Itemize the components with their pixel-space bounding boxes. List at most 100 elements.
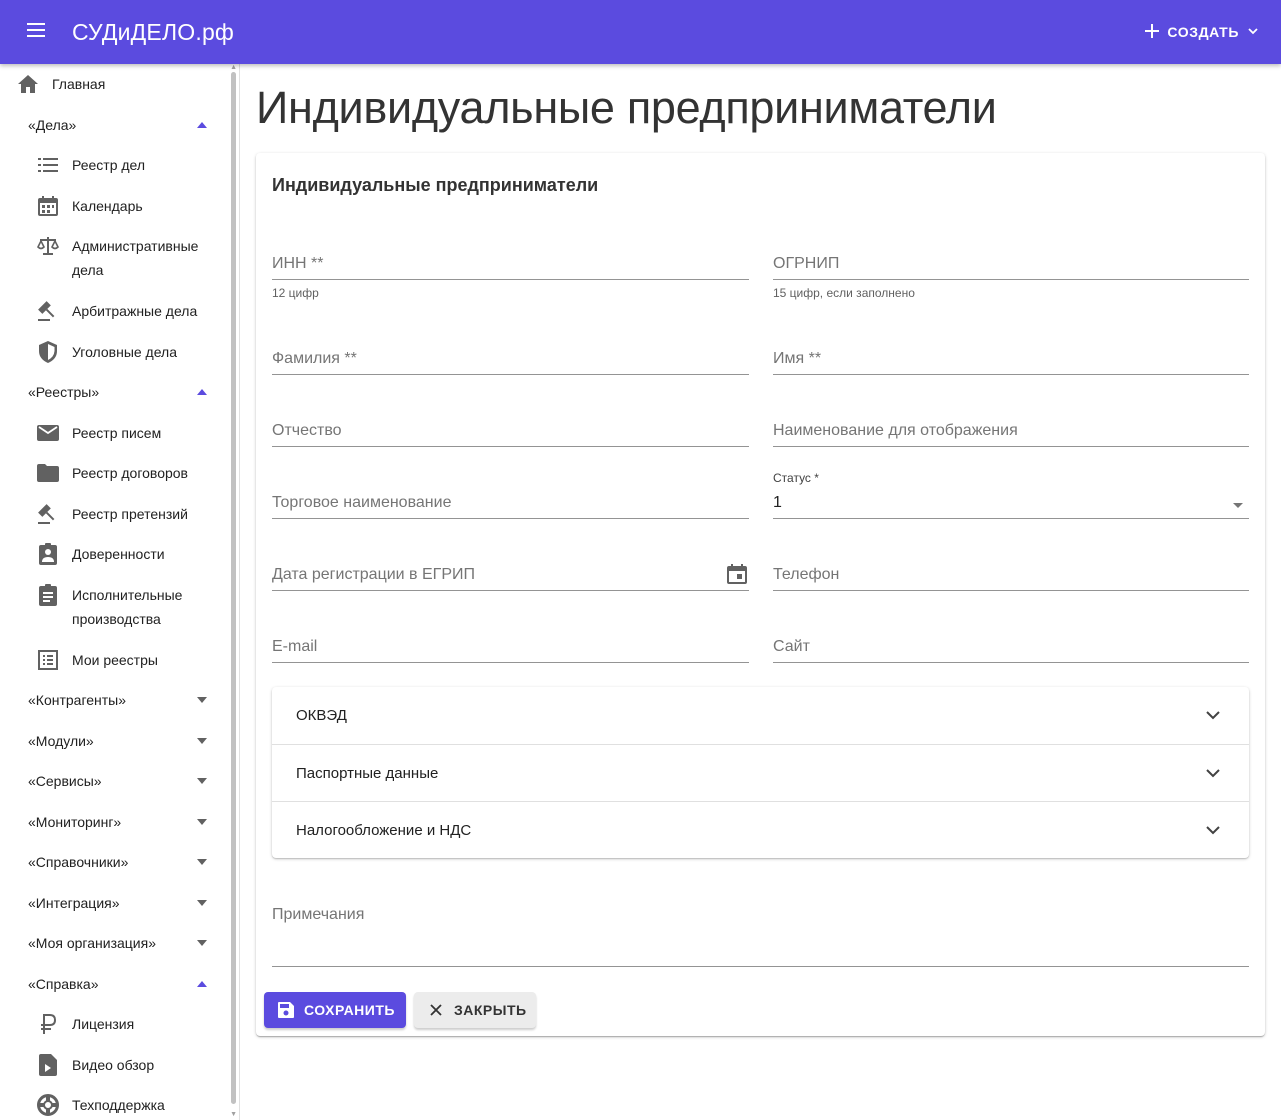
name-field[interactable]: Имя **: [773, 345, 1249, 375]
scroll-up-arrow-icon[interactable]: ▲: [230, 64, 237, 71]
sidebar-group-label: «Дела»: [28, 117, 77, 133]
home-icon: [16, 72, 40, 96]
list-alt-icon: [36, 648, 60, 672]
dropdown-arrow-icon: [1233, 503, 1243, 508]
app-title[interactable]: СУДиДЕЛО.рф: [72, 19, 234, 46]
inn-label: ИНН **: [272, 255, 324, 272]
app-bar: СУДиДЕЛО.рф СОЗДАТЬ: [0, 0, 1281, 64]
accordion-taxation[interactable]: Налогообложение и НДС: [272, 801, 1249, 858]
sidebar-group-counterparties[interactable]: «Контрагенты»: [0, 680, 226, 720]
status-select[interactable]: Статус * 1: [773, 471, 1249, 519]
sidebar-group-help[interactable]: «Справка»: [0, 964, 226, 1004]
phone-field[interactable]: Телефон: [773, 561, 1249, 591]
menu-button[interactable]: [0, 0, 72, 64]
sidebar-group-label: «Мониторинг»: [28, 814, 122, 830]
status-value: 1: [773, 494, 782, 511]
registration-date-field[interactable]: Дата регистрации в ЕГРИП: [272, 561, 749, 591]
sidebar-item-poa[interactable]: Доверенности: [0, 542, 226, 566]
sidebar-item-home[interactable]: Главная: [0, 72, 226, 96]
registration-date-label: Дата регистрации в ЕГРИП: [272, 566, 476, 583]
sidebar-item-label-line2: дела: [72, 262, 104, 278]
accordion-label: ОКВЭД: [296, 707, 347, 724]
sidebar-group-my-organization[interactable]: «Моя организация»: [0, 923, 226, 963]
sidebar-item-support[interactable]: Техподдержка: [0, 1093, 226, 1117]
chevron-down-icon: [1247, 24, 1259, 40]
sidebar-scrollbar[interactable]: [231, 72, 236, 1104]
display-name-field[interactable]: Наименование для отображения: [773, 417, 1249, 447]
sidebar-item-enforcement[interactable]: Исполнительные производства: [0, 583, 226, 631]
sidebar-group-modules[interactable]: «Модули»: [0, 721, 226, 761]
sidebar-group-label: «Контрагенты»: [28, 692, 127, 708]
caret-down-icon: [196, 694, 208, 706]
form-card: Индивидуальные предприниматели ИНН ** 12…: [256, 153, 1265, 1036]
sidebar-group-references[interactable]: «Справочники»: [0, 842, 226, 882]
inn-field[interactable]: ИНН **: [272, 250, 749, 280]
caret-up-icon: [196, 386, 208, 398]
calendar-icon[interactable]: [725, 562, 749, 586]
chevron-down-icon: [1205, 765, 1221, 781]
sidebar-item-label: Арбитражные дела: [72, 303, 198, 319]
sidebar-group-label: «Справка»: [28, 976, 99, 992]
sidebar-item-video[interactable]: Видео обзор: [0, 1053, 226, 1077]
patronymic-field[interactable]: Отчество: [272, 417, 749, 447]
accordion-passport[interactable]: Паспортные данные: [272, 744, 1249, 801]
sidebar-item-letters[interactable]: Реестр писем: [0, 421, 226, 445]
sidebar-group-cases[interactable]: «Дела»: [0, 105, 226, 145]
folder-icon: [36, 461, 60, 485]
sidebar-group-integration[interactable]: «Интеграция»: [0, 883, 226, 923]
sidebar-item-case-register[interactable]: Реестр дел: [0, 153, 226, 177]
sidebar-group-label: «Справочники»: [28, 854, 129, 870]
accordion-label: Паспортные данные: [296, 764, 439, 782]
scroll-down-arrow-icon[interactable]: ▼: [230, 1111, 237, 1118]
sidebar-item-administrative[interactable]: Административные дела: [0, 234, 226, 282]
accordion: ОКВЭД Паспортные данные Налогообложение …: [272, 687, 1249, 858]
calendar-icon: [36, 194, 60, 218]
close-button[interactable]: ЗАКРЫТЬ: [414, 992, 536, 1028]
sidebar-item-label: Уголовные дела: [72, 344, 178, 360]
ogrnip-field[interactable]: ОГРНИП: [773, 250, 1249, 280]
email-label: E-mail: [272, 638, 318, 655]
sidebar-item-contracts[interactable]: Реестр договоров: [0, 461, 226, 485]
patronymic-label: Отчество: [272, 422, 342, 439]
accordion-okved[interactable]: ОКВЭД: [272, 687, 1249, 744]
notes-field[interactable]: Примечания: [272, 898, 1249, 967]
sidebar-group-services[interactable]: «Сервисы»: [0, 761, 226, 801]
caret-down-icon: [196, 937, 208, 949]
sidebar-item-label: Техподдержка: [72, 1097, 165, 1113]
caret-down-icon: [196, 816, 208, 828]
create-button[interactable]: СОЗДАТЬ: [1145, 16, 1259, 48]
trade-name-label: Торговое наименование: [272, 494, 452, 511]
email-field[interactable]: E-mail: [272, 633, 749, 663]
plus-icon: [1145, 23, 1160, 41]
site-field[interactable]: Сайт: [773, 633, 1249, 663]
mail-icon: [36, 421, 60, 445]
trade-name-field[interactable]: Торговое наименование: [272, 489, 749, 519]
caret-down-icon: [196, 897, 208, 909]
video-file-icon: [36, 1053, 60, 1077]
sidebar-item-arbitration[interactable]: Арбитражные дела: [0, 299, 226, 323]
caret-up-icon: [196, 978, 208, 990]
sidebar-group-label: «Сервисы»: [28, 773, 102, 789]
sidebar-item-claims[interactable]: Реестр претензий: [0, 502, 226, 526]
save-button[interactable]: СОХРАНИТЬ: [264, 992, 406, 1028]
sidebar-group-registries[interactable]: «Реестры»: [0, 372, 226, 412]
accordion-label: Налогообложение и НДС: [296, 821, 472, 839]
sidebar-item-label: Календарь: [72, 198, 143, 214]
inn-helper: 12 цифр: [272, 286, 319, 300]
sidebar-group-label: «Интеграция»: [28, 895, 120, 911]
sidebar-item-label: Реестр претензий: [72, 506, 188, 522]
assignment-ind-icon: [36, 542, 60, 566]
sidebar-item-label: Административные: [72, 238, 199, 254]
sidebar-item-license[interactable]: Лицензия: [0, 1012, 226, 1036]
sidebar-group-monitoring[interactable]: «Мониторинг»: [0, 802, 226, 842]
surname-field[interactable]: Фамилия **: [272, 345, 749, 375]
chevron-down-icon: [1205, 708, 1221, 724]
save-icon: [276, 1000, 296, 1020]
phone-label: Телефон: [773, 566, 840, 583]
sidebar-item-label: Лицензия: [72, 1016, 135, 1032]
sidebar-item-criminal[interactable]: Уголовные дела: [0, 340, 226, 364]
chevron-down-icon: [1205, 822, 1221, 838]
sidebar-item-label: Видео обзор: [72, 1057, 155, 1073]
sidebar-item-my-registries[interactable]: Мои реестры: [0, 648, 226, 672]
sidebar-item-calendar[interactable]: Календарь: [0, 194, 226, 218]
